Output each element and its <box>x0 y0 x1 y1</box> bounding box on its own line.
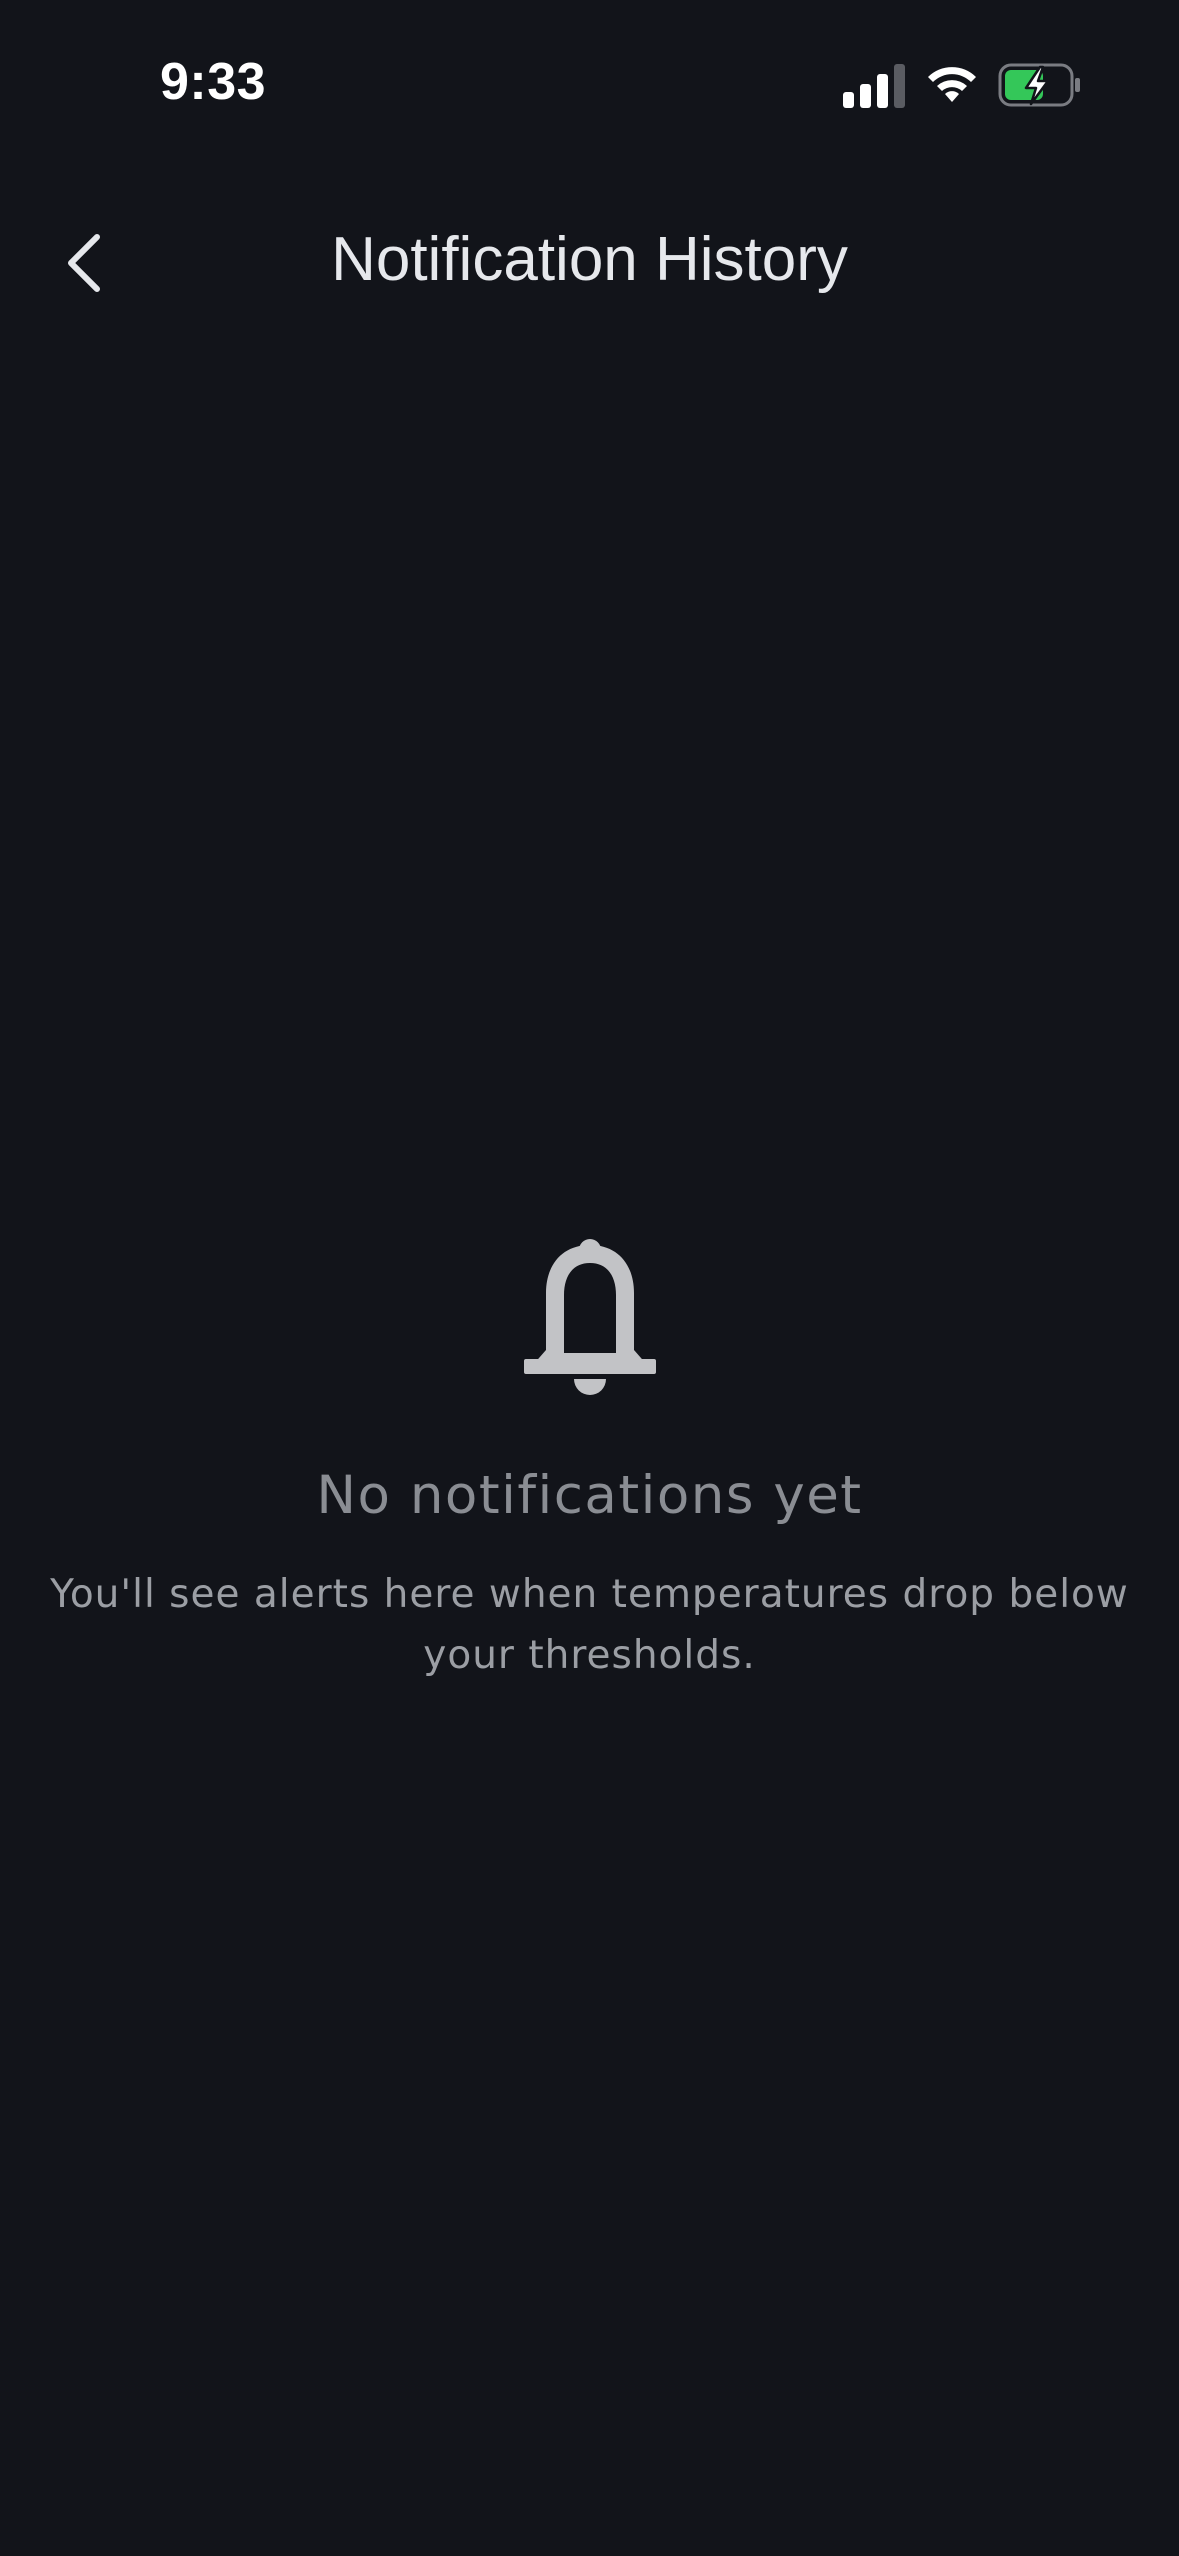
battery-charging-icon <box>998 63 1080 107</box>
page-title: Notification History <box>331 225 848 294</box>
status-bar: 9:33 <box>0 0 1179 160</box>
empty-state-message: You'll see alerts here when temperatures… <box>50 1572 1129 1678</box>
navigation-bar: Notification History <box>0 200 1179 324</box>
cellular-signal-icon <box>843 64 905 108</box>
wifi-icon <box>928 67 976 102</box>
bell-icon <box>523 1239 656 1395</box>
empty-state-title: No notifications yet <box>316 1465 863 1526</box>
notification-history-screen: 9:33 Notification History No notificatio… <box>0 0 1179 2556</box>
status-time: 9:33 <box>160 53 267 111</box>
empty-state: No notifications yet You'll see alerts h… <box>0 1235 1179 1686</box>
